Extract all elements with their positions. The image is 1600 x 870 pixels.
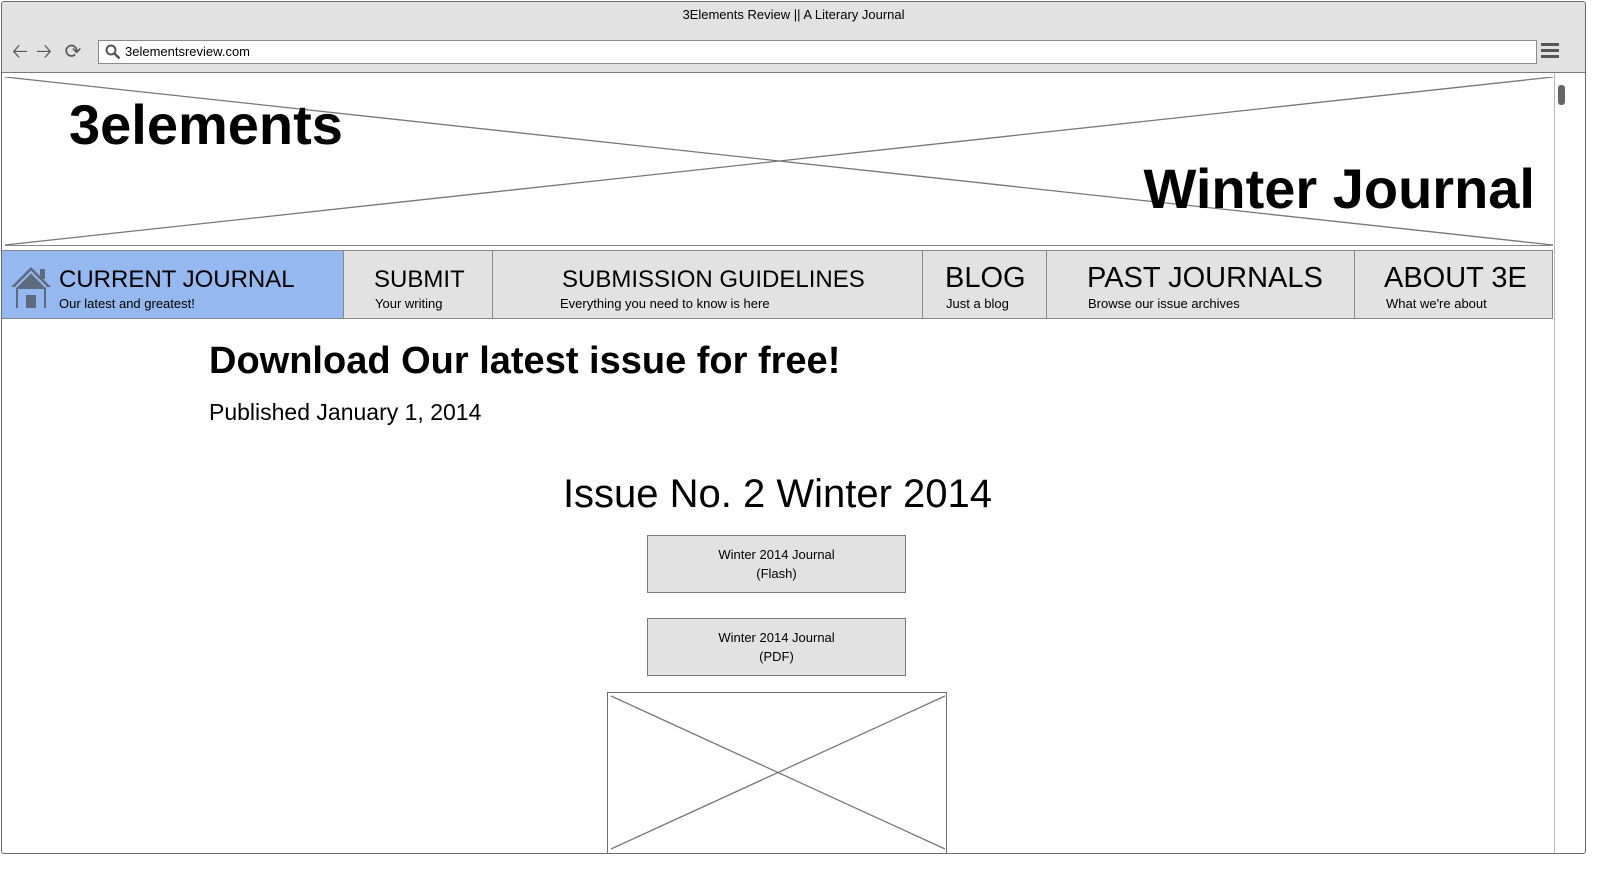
banner-title: Winter Journal bbox=[1143, 157, 1535, 220]
nav-item-title: SUBMIT bbox=[374, 266, 465, 293]
button-label-line1: Winter 2014 Journal bbox=[718, 630, 835, 645]
banner-image-placeholder: 3elements Winter Journal bbox=[5, 77, 1553, 246]
hamburger-menu-icon[interactable] bbox=[1541, 43, 1559, 61]
button-label-line1: Winter 2014 Journal bbox=[718, 547, 835, 562]
forward-arrow-icon[interactable]: 🡢 bbox=[34, 42, 54, 62]
nav-item-subtitle: Just a blog bbox=[946, 296, 1009, 311]
nav-item-current-journal[interactable]: CURRENT JOURNAL Our latest and greatest! bbox=[2, 251, 344, 318]
issue-title: Issue No. 2 Winter 2014 bbox=[562, 472, 993, 516]
vertical-scrollbar[interactable] bbox=[1554, 73, 1569, 853]
nav-item-submission-guidelines[interactable]: SUBMISSION GUIDELINES Everything you nee… bbox=[493, 251, 923, 318]
nav-item-title: SUBMISSION GUIDELINES bbox=[562, 266, 865, 293]
page-content: 3elements Winter Journal CURRENT JOURNAL… bbox=[2, 73, 1553, 853]
address-bar[interactable] bbox=[98, 40, 1537, 64]
nav-item-subtitle: What we're about bbox=[1386, 296, 1487, 311]
main-nav: CURRENT JOURNAL Our latest and greatest!… bbox=[2, 250, 1553, 319]
url-input[interactable] bbox=[125, 42, 1525, 60]
nav-item-about[interactable]: ABOUT 3E What we're about bbox=[1355, 251, 1553, 318]
nav-item-title: BLOG bbox=[945, 262, 1026, 294]
nav-item-subtitle: Browse our issue archives bbox=[1088, 296, 1240, 311]
button-label-line2: (PDF) bbox=[759, 649, 794, 664]
journal-cover-image-placeholder bbox=[607, 692, 947, 853]
nav-item-title: ABOUT 3E bbox=[1384, 262, 1527, 294]
cover-placeholder-cross bbox=[610, 695, 946, 850]
download-flash-button[interactable]: Winter 2014 Journal (Flash) bbox=[647, 535, 906, 593]
published-date: Published January 1, 2014 bbox=[209, 399, 482, 425]
nav-item-subtitle: Everything you need to know is here bbox=[560, 296, 770, 311]
scrollbar-thumb[interactable] bbox=[1558, 85, 1565, 105]
search-icon bbox=[105, 44, 121, 60]
site-logo[interactable]: 3elements bbox=[69, 95, 343, 155]
browser-toolbar: 🡠 🡢 ⟳ bbox=[2, 32, 1585, 73]
page-headline: Download Our latest issue for free! bbox=[209, 340, 841, 382]
window-title: 3Elements Review || A Literary Journal bbox=[2, 2, 1585, 32]
reload-icon[interactable]: ⟳ bbox=[63, 42, 83, 62]
download-pdf-button[interactable]: Winter 2014 Journal (PDF) bbox=[647, 618, 906, 676]
back-arrow-icon[interactable]: 🡠 bbox=[10, 42, 30, 62]
nav-item-blog[interactable]: BLOG Just a blog bbox=[923, 251, 1047, 318]
nav-item-subtitle: Your writing bbox=[375, 296, 443, 311]
nav-item-subtitle: Our latest and greatest! bbox=[59, 296, 195, 311]
nav-item-submit[interactable]: SUBMIT Your writing bbox=[344, 251, 493, 318]
browser-window: 3Elements Review || A Literary Journal 🡠… bbox=[1, 1, 1586, 854]
nav-item-title: PAST JOURNALS bbox=[1087, 262, 1323, 294]
nav-item-title: CURRENT JOURNAL bbox=[59, 266, 295, 293]
button-label-line2: (Flash) bbox=[756, 566, 797, 581]
nav-item-past-journals[interactable]: PAST JOURNALS Browse our issue archives bbox=[1047, 251, 1355, 318]
home-icon bbox=[11, 267, 51, 308]
